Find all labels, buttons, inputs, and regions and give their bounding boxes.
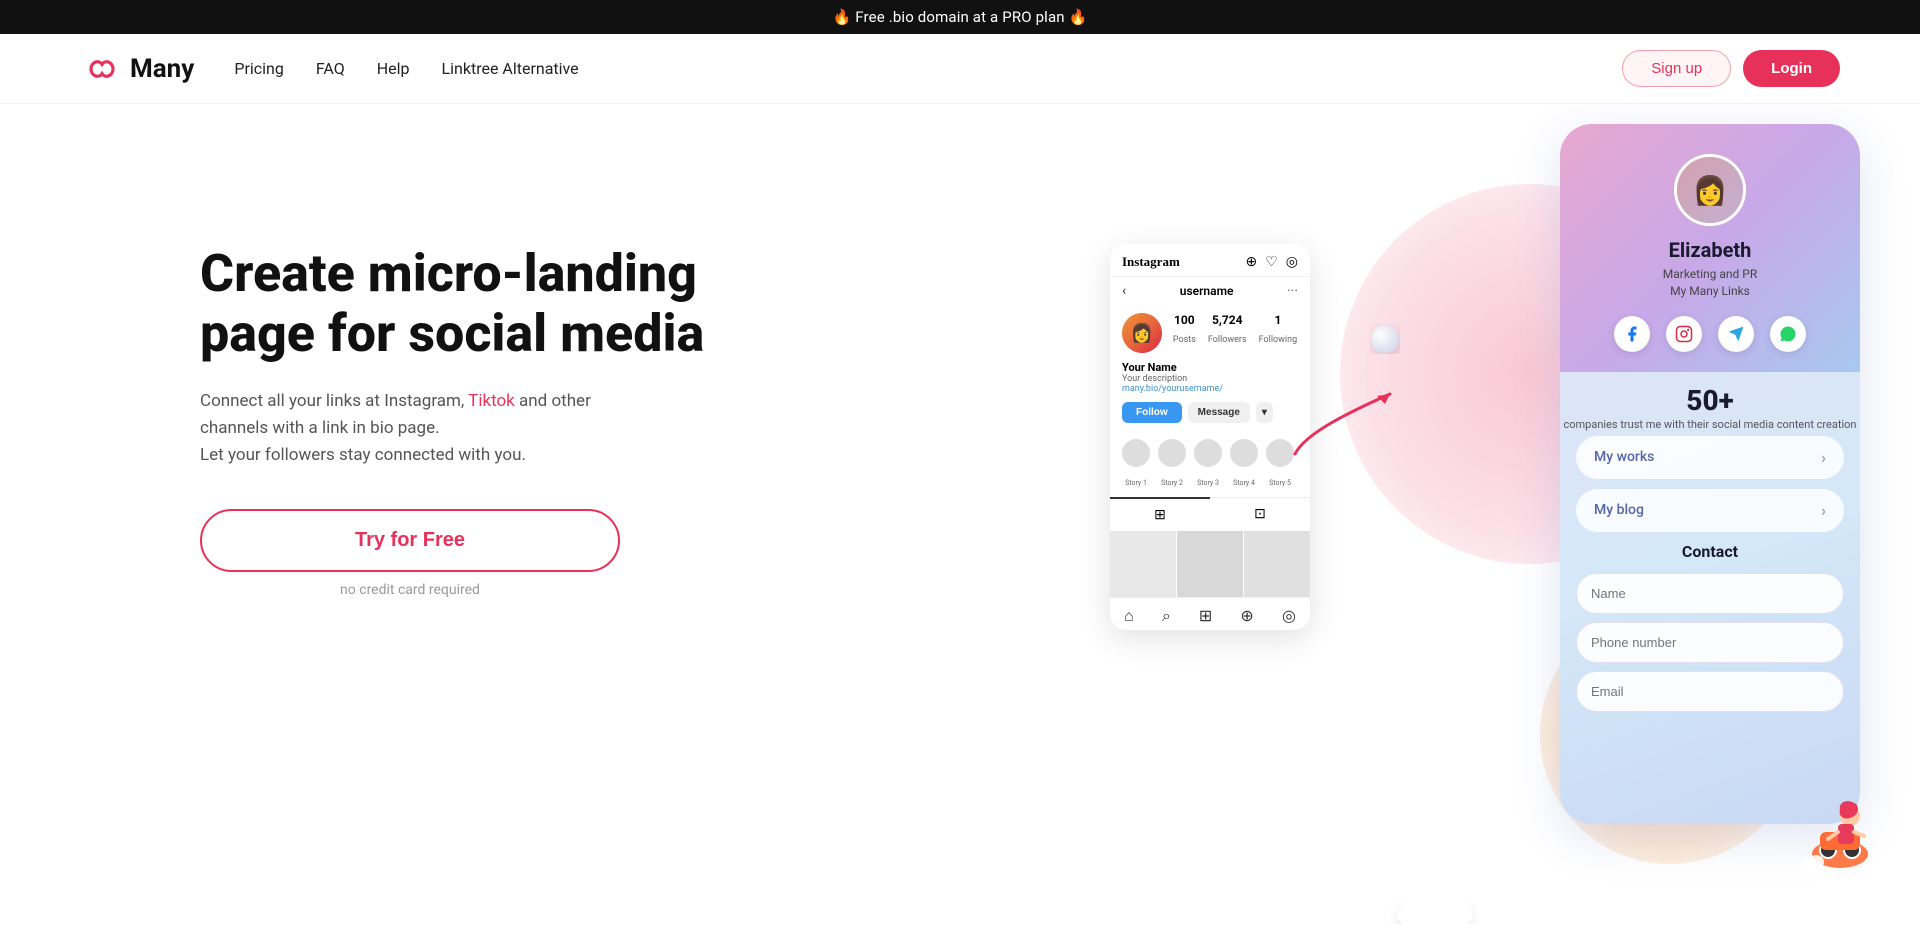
ig-add-icon: ⊕ (1245, 254, 1257, 270)
ig-nav: ‹ username ··· (1110, 277, 1310, 305)
signup-button[interactable]: Sign up (1622, 50, 1731, 87)
ig-grid-cell-1 (1110, 531, 1176, 597)
hero-left: Create micro-landing page for social med… (200, 164, 760, 598)
ig-tabs: ⊞ ⊡ (1110, 497, 1310, 531)
pc-myworks-link[interactable]: My works › (1576, 436, 1844, 479)
ig-profile-icon[interactable]: ◎ (1282, 606, 1296, 626)
pc-role: Marketing and PR My Many Links (1580, 266, 1840, 300)
nav-links: Pricing FAQ Help Linktree Alternative (234, 59, 1622, 78)
pc-phone-input[interactable] (1576, 622, 1844, 663)
phone-card-top: 👩 Elizabeth Marketing and PR My Many Lin… (1560, 124, 1860, 372)
ig-grid (1110, 531, 1310, 597)
ig-msg-icon: ◎ (1286, 254, 1298, 270)
phone-card: 👩 Elizabeth Marketing and PR My Many Lin… (1560, 124, 1860, 824)
facebook-icon[interactable] (1614, 316, 1650, 352)
navbar: Many Pricing FAQ Help Linktree Alternati… (0, 34, 1920, 104)
pc-stats-number: 50+ (1560, 384, 1860, 417)
ig-story-3: Story 3 (1194, 439, 1222, 489)
pc-stats-text: companies trust me with their social med… (1560, 417, 1860, 432)
ig-story-2: Story 2 (1158, 439, 1186, 489)
ig-bio: Your Name Your description many.bio/your… (1110, 361, 1310, 402)
top-banner: 🔥 Free .bio domain at a PRO plan 🔥 (0, 0, 1920, 34)
ig-grid-cell-2 (1177, 531, 1243, 597)
hero-title: Create micro-landing page for social med… (200, 244, 760, 364)
ig-following-stat: 1 Following (1259, 313, 1298, 346)
ig-story-1: Story 1 (1122, 439, 1150, 489)
ig-stories: Story 1 Story 2 Story 3 Story 4 Story 5 (1110, 431, 1310, 497)
pc-avatar: 👩 (1674, 154, 1746, 226)
ig-bottom-nav: ⌂ ⌕ ⊞ ⊕ ◎ (1110, 597, 1310, 630)
ig-follow-button[interactable]: Follow (1122, 402, 1182, 423)
sphere-decoration (1370, 324, 1400, 358)
pc-myblog-link[interactable]: My blog › (1576, 489, 1844, 532)
ig-shop-icon[interactable]: ⊕ (1240, 606, 1253, 626)
telegram-icon[interactable] (1718, 316, 1754, 352)
pc-name-input[interactable] (1576, 573, 1844, 614)
nav-linktree[interactable]: Linktree Alternative (442, 59, 579, 78)
ig-back-icon: ‹ (1122, 283, 1126, 299)
ig-stats: 100 Posts 5,724 Followers 1 Following (1172, 313, 1298, 346)
logo-text: Many (130, 54, 194, 84)
ig-grid-cell-3 (1244, 531, 1310, 597)
ig-dots-icon: ··· (1287, 283, 1298, 299)
ig-bio-name: Your Name (1122, 361, 1298, 374)
ig-followers-stat: 5,724 Followers (1208, 313, 1247, 346)
pc-social-icons (1580, 316, 1840, 352)
nav-faq[interactable]: FAQ (316, 59, 345, 78)
tiktok-highlight: Tiktok (468, 391, 515, 411)
no-card-text: no credit card required (200, 582, 620, 598)
pc-contact-title: Contact (1560, 542, 1860, 561)
rider-decoration (1800, 774, 1880, 874)
pc-stats-section: 50+ companies trust me with their social… (1560, 372, 1860, 436)
ig-avatar: 👩 (1122, 313, 1162, 353)
ig-bio-desc: Your description (1122, 374, 1298, 384)
cloud-decoration (1390, 880, 1480, 924)
pc-avatar-image: 👩 (1677, 157, 1743, 223)
whatsapp-icon[interactable] (1770, 316, 1806, 352)
login-button[interactable]: Login (1743, 50, 1840, 87)
instagram-icon[interactable] (1666, 316, 1702, 352)
hero-right: Instagram ⊕ ♡ ◎ ‹ username ··· 👩 100 (1110, 124, 1860, 924)
ig-heart-icon: ♡ (1265, 254, 1278, 270)
ig-message-button[interactable]: Message (1188, 402, 1250, 423)
ig-header: Instagram ⊕ ♡ ◎ (1110, 244, 1310, 277)
ig-home-icon[interactable]: ⌂ (1124, 606, 1134, 626)
pc-myblog-label: My blog (1594, 502, 1644, 518)
pc-links: My works › My blog › (1560, 436, 1860, 532)
pc-name: Elizabeth (1580, 238, 1840, 262)
ig-logo: Instagram (1122, 254, 1180, 270)
ig-header-icons: ⊕ ♡ ◎ (1245, 254, 1298, 270)
chevron-right-icon-2: › (1821, 501, 1826, 520)
ig-dropdown-button[interactable]: ▾ (1256, 402, 1273, 423)
instagram-mockup: Instagram ⊕ ♡ ◎ ‹ username ··· 👩 100 (1110, 244, 1310, 630)
ig-tab-grid[interactable]: ⊞ (1110, 497, 1210, 531)
hero-description: Connect all your links at Instagram, Tik… (200, 388, 760, 470)
nav-pricing[interactable]: Pricing (234, 59, 284, 78)
ig-username: username (1180, 284, 1234, 298)
hero-section: Create micro-landing page for social med… (0, 104, 1920, 924)
pc-myworks-label: My works (1594, 449, 1654, 465)
ig-plus-icon[interactable]: ⊞ (1199, 606, 1212, 626)
ig-story-4: Story 4 (1230, 439, 1258, 489)
ig-profile: 👩 100 Posts 5,724 Followers 1 Following (1110, 305, 1310, 361)
ig-actions: Follow Message ▾ (1110, 402, 1310, 431)
pc-email-input[interactable] (1576, 671, 1844, 712)
ig-tab-tag[interactable]: ⊡ (1210, 498, 1310, 531)
nav-logo[interactable]: Many (80, 54, 194, 84)
chevron-right-icon: › (1821, 448, 1826, 467)
nav-actions: Sign up Login (1622, 50, 1840, 87)
ig-search-icon[interactable]: ⌕ (1162, 606, 1171, 626)
try-free-button[interactable]: Try for Free (200, 509, 620, 572)
ig-bio-link: many.bio/yourusername/ (1122, 384, 1298, 394)
ig-posts-stat: 100 Posts (1173, 313, 1196, 346)
nav-help[interactable]: Help (377, 59, 410, 78)
banner-text: 🔥 Free .bio domain at a PRO plan 🔥 (833, 8, 1088, 26)
arrow-pointer (1285, 384, 1405, 464)
